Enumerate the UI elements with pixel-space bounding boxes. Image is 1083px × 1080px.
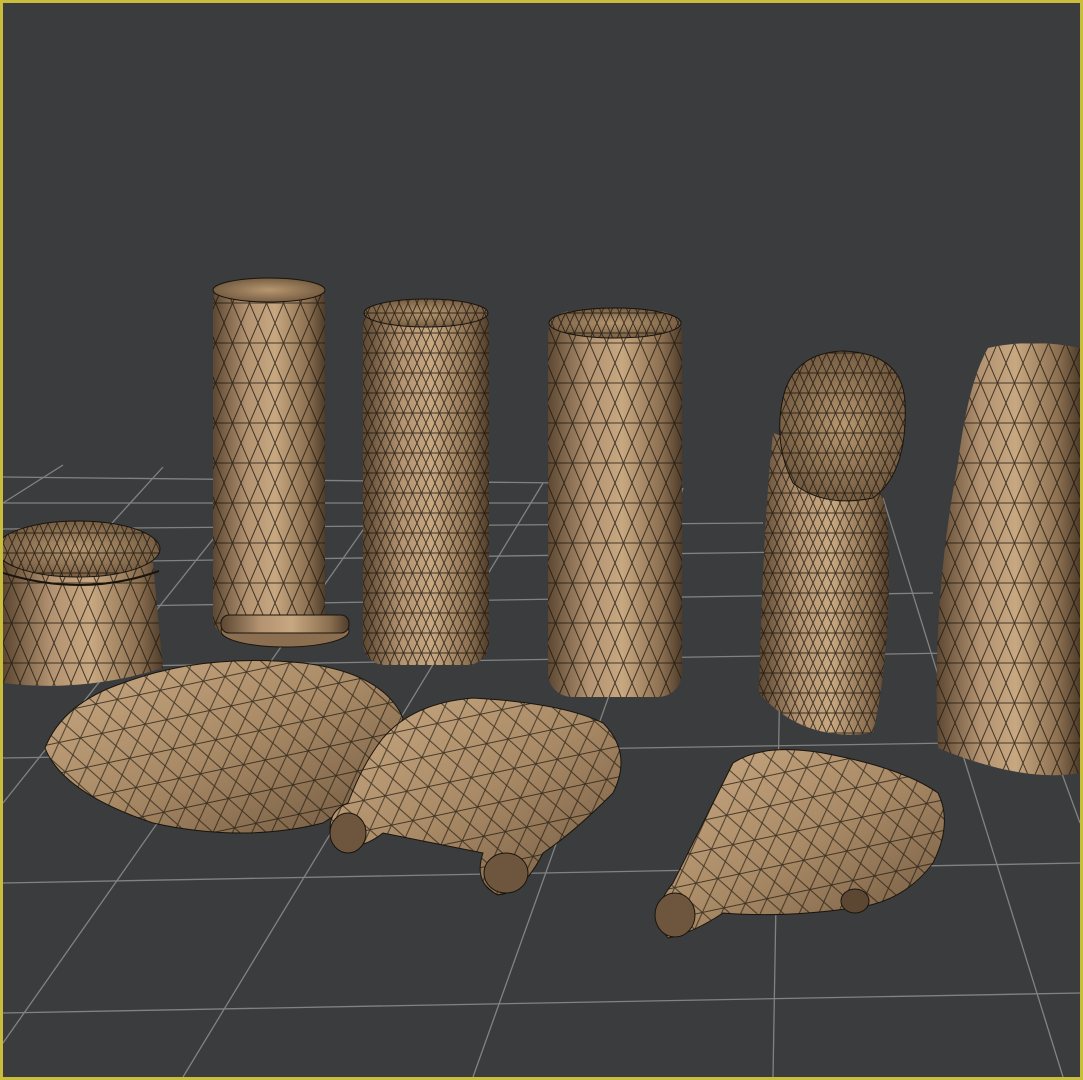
bent-tube-bottle[interactable] — [759, 350, 906, 735]
tall-cylinder-2[interactable] — [363, 298, 489, 665]
square-bottle[interactable] — [936, 343, 1080, 776]
flat-bottle-2[interactable] — [654, 749, 945, 939]
viewport-perspective[interactable] — [0, 0, 1083, 1080]
short-round-box[interactable] — [3, 520, 163, 686]
tall-cylinder-3[interactable] — [548, 307, 682, 697]
scene-render — [3, 277, 1080, 1077]
tall-cylinder-1[interactable] — [212, 277, 350, 648]
